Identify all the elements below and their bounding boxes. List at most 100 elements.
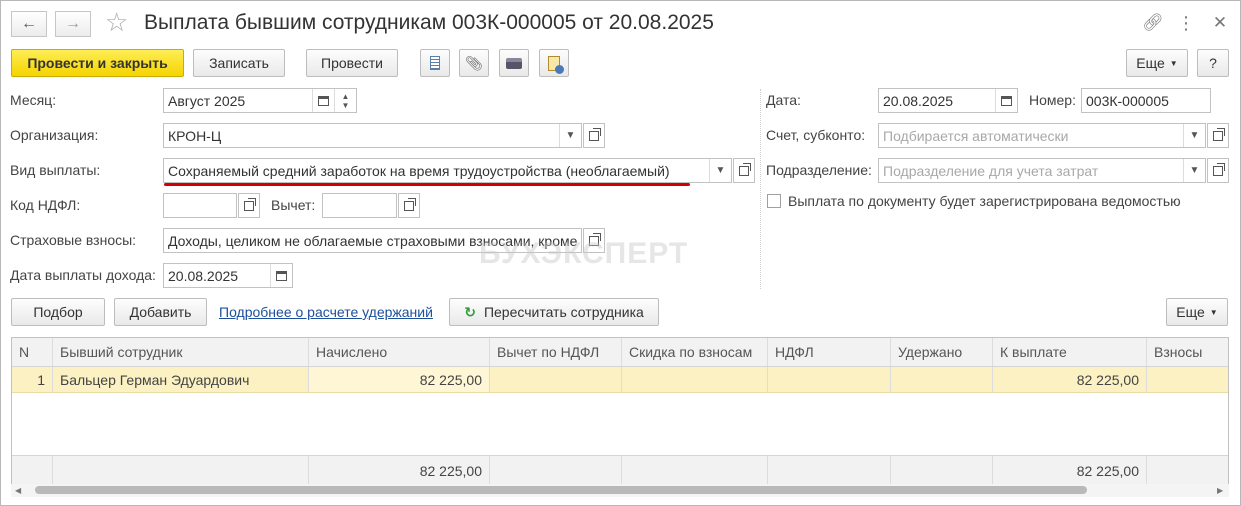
- income-date-label: Дата выплаты дохода:: [10, 267, 156, 283]
- withheld-cell[interactable]: [891, 367, 993, 392]
- division-open-button[interactable]: [1207, 158, 1229, 183]
- spin-up-icon: ▲: [341, 91, 350, 101]
- table-footer: 82 225,00 82 225,00: [12, 455, 1228, 485]
- favorite-star-icon[interactable]: ☆: [105, 7, 128, 38]
- chevron-down-icon: ▼: [1209, 307, 1218, 317]
- scroll-left-icon[interactable]: ◀: [15, 484, 21, 497]
- contribution-discount-cell[interactable]: [622, 367, 768, 392]
- table-header: N Бывший сотрудник Начислено Вычет по НД…: [12, 338, 1228, 367]
- month-field[interactable]: Август 2025 ▲ ▼: [163, 88, 357, 113]
- organization-dropdown[interactable]: ▼: [559, 124, 581, 147]
- spin-down-icon: ▼: [341, 100, 350, 110]
- footer-cell: [53, 456, 309, 485]
- watermark: БУХЭКСПЕРТ: [479, 237, 689, 270]
- payment-type-open-button[interactable]: [733, 158, 755, 183]
- organization-label: Организация:: [10, 127, 99, 143]
- open-icon: [1213, 162, 1225, 176]
- ndfl-cell[interactable]: [768, 367, 891, 392]
- deduction-open-button[interactable]: [398, 193, 420, 218]
- open-icon: [1213, 127, 1225, 141]
- footer-cell: [1147, 456, 1228, 485]
- division-label: Подразделение:: [766, 162, 872, 178]
- arrow-left-icon: ←: [21, 15, 37, 32]
- deduction-field[interactable]: [322, 193, 397, 218]
- ndfl-code-open-button[interactable]: [238, 193, 260, 218]
- table-row[interactable]: 1 Бальцер Герман Эдуардович 82 225,00 82…: [12, 367, 1228, 393]
- accrued-cell[interactable]: 82 225,00: [309, 367, 490, 392]
- column-header[interactable]: N: [12, 338, 53, 366]
- calendar-icon: [276, 270, 287, 281]
- payment-type-label: Вид выплаты:: [10, 162, 101, 178]
- report-button[interactable]: [539, 49, 569, 77]
- save-button[interactable]: Записать: [193, 49, 285, 77]
- more-menu-button[interactable]: Еще ▼: [1126, 49, 1188, 77]
- account-field[interactable]: Подбирается автоматически ▼: [878, 123, 1206, 148]
- calendar-button[interactable]: [995, 89, 1017, 112]
- scroll-right-icon[interactable]: ▶: [1217, 484, 1223, 497]
- forward-button[interactable]: →: [55, 11, 91, 37]
- row-number-cell[interactable]: 1: [12, 367, 53, 392]
- column-header[interactable]: Начислено: [309, 338, 490, 366]
- open-icon: [589, 127, 601, 141]
- back-button[interactable]: ←: [11, 11, 47, 37]
- horizontal-scrollbar[interactable]: ◀ ▶: [11, 484, 1229, 497]
- more-vertical-icon[interactable]: ⋮: [1175, 13, 1197, 34]
- column-header[interactable]: Бывший сотрудник: [53, 338, 309, 366]
- organization-field[interactable]: КРОН-Ц ▼: [163, 123, 582, 148]
- post-button[interactable]: Провести: [306, 49, 398, 77]
- date-field[interactable]: 20.08.2025: [878, 88, 1018, 113]
- footer-cell: [768, 456, 891, 485]
- payment-type-field[interactable]: Сохраняемый средний заработок на время т…: [163, 158, 732, 183]
- link-icon[interactable]: 🔗︎: [1142, 13, 1164, 33]
- statement-checkbox[interactable]: [767, 194, 781, 208]
- account-placeholder: Подбирается автоматически: [883, 127, 1069, 144]
- calendar-icon: [1001, 95, 1012, 106]
- account-dropdown[interactable]: ▼: [1183, 124, 1205, 147]
- account-open-button[interactable]: [1207, 123, 1229, 148]
- chevron-down-icon: ▼: [715, 165, 726, 176]
- to-pay-cell[interactable]: 82 225,00: [993, 367, 1147, 392]
- division-field[interactable]: Подразделение для учета затрат ▼: [878, 158, 1206, 183]
- table-more-button[interactable]: Еще ▼: [1166, 298, 1228, 326]
- income-date-field[interactable]: 20.08.2025: [163, 263, 293, 288]
- month-spinner[interactable]: ▲ ▼: [334, 89, 356, 112]
- document-list-button[interactable]: [420, 49, 450, 77]
- column-header[interactable]: К выплате: [993, 338, 1147, 366]
- column-header[interactable]: НДФЛ: [768, 338, 891, 366]
- ndfl-deduction-cell[interactable]: [490, 367, 622, 392]
- close-icon[interactable]: ✕: [1209, 13, 1231, 33]
- payment-type-dropdown[interactable]: ▼: [709, 159, 731, 182]
- help-button[interactable]: ?: [1197, 49, 1229, 77]
- division-placeholder: Подразделение для учета затрат: [883, 162, 1099, 179]
- column-header[interactable]: Вычет по НДФЛ: [490, 338, 622, 366]
- number-field[interactable]: 003К-000005: [1081, 88, 1211, 113]
- division-dropdown[interactable]: ▼: [1183, 159, 1205, 182]
- month-label: Месяц:: [10, 92, 57, 108]
- post-and-close-button[interactable]: Провести и закрыть: [11, 49, 184, 77]
- print-button[interactable]: [499, 49, 529, 77]
- calendar-button[interactable]: [270, 264, 292, 287]
- footer-cell: [891, 456, 993, 485]
- attach-button[interactable]: 📎︎: [459, 49, 489, 77]
- column-header[interactable]: Скидка по взносам: [622, 338, 768, 366]
- payment-type-value: Сохраняемый средний заработок на время т…: [168, 162, 670, 179]
- calendar-button[interactable]: [312, 89, 334, 112]
- employee-cell[interactable]: Бальцер Герман Эдуардович: [53, 367, 309, 392]
- income-date-value: 20.08.2025: [168, 267, 239, 284]
- ndfl-code-field[interactable]: [163, 193, 237, 218]
- column-header[interactable]: Взносы: [1147, 338, 1228, 366]
- chevron-down-icon: ▼: [565, 130, 576, 141]
- organization-open-button[interactable]: [583, 123, 605, 148]
- scrollbar-thumb[interactable]: [35, 486, 1087, 494]
- chevron-down-icon: ▼: [1169, 58, 1178, 68]
- column-header[interactable]: Удержано: [891, 338, 993, 366]
- arrow-right-icon: →: [65, 15, 81, 32]
- ndfl-code-label: Код НДФЛ:: [10, 197, 81, 213]
- calculation-details-link[interactable]: Подробнее о расчете удержаний: [219, 304, 433, 320]
- number-value: 003К-000005: [1086, 92, 1169, 109]
- pick-button[interactable]: Подбор: [11, 298, 105, 326]
- contributions-cell[interactable]: [1147, 367, 1228, 392]
- footer-cell: [490, 456, 622, 485]
- add-button[interactable]: Добавить: [114, 298, 207, 326]
- recalculate-employee-button[interactable]: ↻ Пересчитать сотрудника: [449, 298, 659, 326]
